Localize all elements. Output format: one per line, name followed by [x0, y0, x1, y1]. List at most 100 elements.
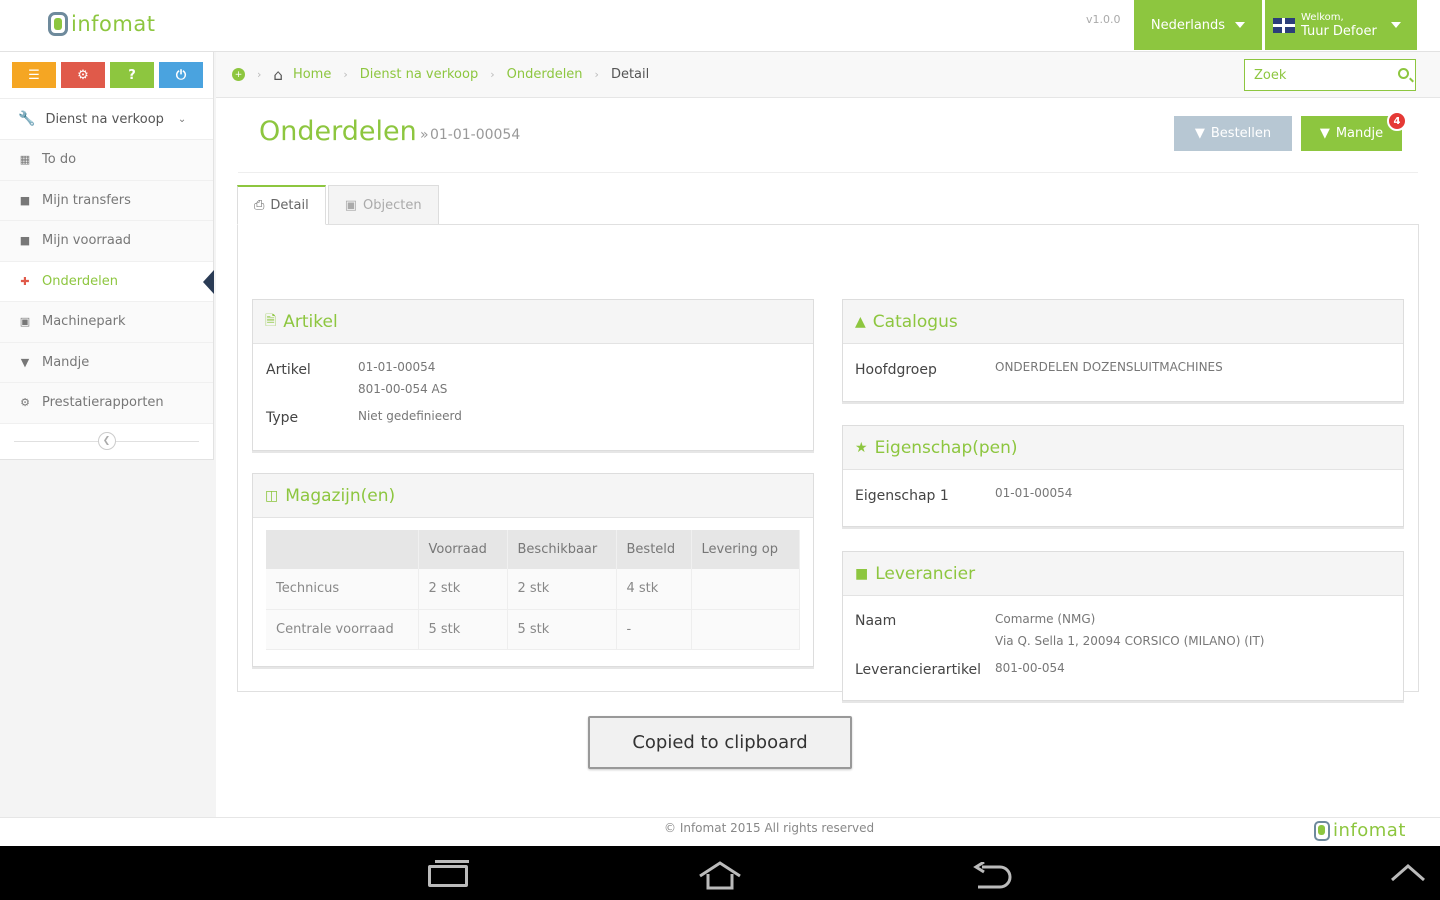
sidebar-item-onderdelen[interactable]: ✚ Onderdelen: [0, 261, 214, 302]
logout-shortcut-button[interactable]: ⏻: [159, 62, 203, 88]
app-version: v1.0.0: [1086, 13, 1121, 26]
sidebar-item-machinepark[interactable]: ▣ Machinepark: [0, 302, 213, 343]
table-cell: [691, 609, 800, 650]
column-header: Beschikbaar: [507, 530, 617, 569]
catalogus-panel: ▲ Catalogus Hoofdgroep ONDERDELEN DOZENS…: [842, 299, 1404, 402]
artikel-heading: Artikel: [283, 311, 338, 332]
chevron-down-icon: ⌄: [177, 113, 187, 125]
eigenschap-value: 01-01-00054: [995, 486, 1073, 500]
sidebar-item-mijn-transfers[interactable]: ■ Mijn transfers: [0, 180, 213, 221]
tab-label: Detail: [270, 198, 309, 213]
logo-text: infomat: [1333, 820, 1406, 841]
breadcrumb-onderdelen[interactable]: Onderdelen: [507, 67, 583, 82]
eigenschappen-panel: ★ Eigenschap(pen) Eigenschap 1 01-01-000…: [842, 425, 1404, 527]
divider: [238, 172, 1418, 173]
briefcase-icon: ■: [19, 234, 31, 248]
breadcrumb-dienst-na-verkoop[interactable]: Dienst na verkoop: [360, 67, 478, 82]
table-cell: 5 stk: [507, 609, 617, 650]
calendar-icon: ▦: [19, 153, 31, 167]
user-menu[interactable]: Welkom, Tuur Defoer: [1265, 0, 1417, 50]
wrench-icon: 🔧: [18, 111, 36, 127]
settings-shortcut-button[interactable]: ⚙: [61, 62, 105, 88]
tab-detail[interactable]: ⎙ Detail: [237, 185, 326, 225]
sidebar-item-mandje[interactable]: ▼ Mandje: [0, 342, 213, 383]
artikel-alt-number: 801-00-054 AS: [358, 382, 448, 396]
breadcrumb-home[interactable]: Home: [293, 67, 331, 82]
clipboard-toast: Copied to clipboard: [588, 716, 852, 769]
logo-icon: [48, 12, 68, 36]
hoofdgroep-value: ONDERDELEN DOZENSLUITMACHINES: [995, 360, 1223, 374]
file-icon: 🗎: [265, 312, 277, 329]
chevron-left-icon: ❮: [102, 435, 111, 446]
chevron-up-icon[interactable]: [1390, 862, 1426, 884]
naam-label: Naam: [855, 613, 897, 629]
type-value: Niet gedefinieerd: [358, 409, 462, 423]
column-header: [266, 530, 419, 569]
sidebar-item-label: Machinepark: [42, 314, 126, 330]
language-dropdown[interactable]: Nederlands: [1134, 0, 1262, 50]
search-input[interactable]: [1254, 67, 1384, 83]
panel-heading: ◫ Magazijn(en): [253, 474, 813, 518]
column-header: Voorraad: [418, 530, 508, 569]
power-icon: ⏻: [175, 67, 187, 83]
sidebar-section-label: Dienst na verkoop: [45, 111, 164, 127]
copyright-text: © Infomat 2015 All rights reserved: [664, 821, 875, 835]
top-header: infomat v1.0.0 Nederlands Welkom, Tuur D…: [0, 0, 1440, 52]
plus-circle-icon[interactable]: +: [232, 68, 245, 81]
print-icon: ⎙: [254, 198, 265, 213]
image-icon: ▣: [344, 197, 357, 213]
table-cell: 2 stk: [507, 569, 617, 610]
sidebar-item-label: To do: [42, 152, 77, 168]
leverancier-panel: ■ Leverancier Naam Comarme (NMG) Via Q. …: [842, 551, 1404, 701]
artikel-value: 01-01-00054 801-00-054 AS: [358, 356, 447, 400]
cart-icon: ▼: [20, 355, 30, 369]
sidebar-item-prestatierapporten[interactable]: ⚙ Prestatierapporten: [0, 383, 213, 424]
search-icon[interactable]: [1398, 68, 1409, 79]
catalogus-heading: Catalogus: [872, 311, 958, 332]
sidebar-item-label: Mandje: [42, 354, 90, 370]
leverancierartikel-label: Leverancierartikel: [855, 662, 982, 678]
sidebar-section-dienst-na-verkoop[interactable]: 🔧 Dienst na verkoop ⌄: [0, 98, 213, 140]
sidebar-item-to-do[interactable]: ▦ To do: [0, 140, 213, 181]
sidebar-collapse-button[interactable]: ❮: [97, 431, 116, 450]
tab-objecten[interactable]: ▣ Objecten: [327, 185, 439, 225]
artikel-panel: 🗎 Artikel Artikel 01-01-00054 801-00-054…: [252, 299, 814, 451]
back-icon[interactable]: [972, 862, 1012, 890]
app-logo[interactable]: infomat: [48, 12, 155, 36]
sidebar-item-mijn-voorraad[interactable]: ■ Mijn voorraad: [0, 221, 213, 262]
help-shortcut-button[interactable]: ?: [110, 62, 154, 88]
article-number: 01-01-00054: [429, 127, 521, 143]
table-cell: 5 stk: [418, 609, 508, 650]
sidebar-item-label: Prestatierapporten: [42, 395, 164, 411]
sidebar-collapse-row: ❮: [0, 424, 213, 458]
leverancierartikel-value: 801-00-054: [995, 661, 1065, 675]
order-button[interactable]: ▼ Bestellen: [1174, 116, 1292, 151]
sitemap-icon: ▲: [855, 313, 866, 330]
cogs-icon: ⚙: [77, 67, 89, 83]
magazijn-panel: ◫ Magazijn(en) Voorraad Beschikbaar Best…: [252, 473, 814, 667]
main-content: + › ⌂ Home › Dienst na verkoop › Onderde…: [216, 52, 1440, 817]
truck-icon: ■: [855, 565, 869, 582]
logo-text: infomat: [71, 12, 156, 36]
table-cell: Technicus: [266, 569, 419, 610]
home-icon[interactable]: [696, 860, 744, 890]
home-icon[interactable]: ⌂: [273, 66, 283, 84]
footer-logo: infomat: [1314, 820, 1406, 841]
machine-icon: ▣: [19, 315, 31, 329]
breadcrumb-separator: ›: [594, 68, 599, 81]
truck-icon: ■: [19, 193, 31, 207]
logo-icon: [1314, 820, 1330, 841]
cart-count-badge: 4: [1387, 111, 1407, 131]
supplier-address: Via Q. Sella 1, 20094 CORSICO (MILANO) (…: [995, 634, 1265, 648]
type-label: Type: [266, 410, 299, 426]
users-shortcut-button[interactable]: ☰: [12, 62, 56, 88]
panel-heading: ★ Eigenschap(pen): [843, 426, 1403, 470]
tab-label: Objecten: [363, 197, 422, 213]
breadcrumb-detail: Detail: [610, 67, 650, 82]
table-cell: Centrale voorraad: [266, 609, 419, 650]
naam-value: Comarme (NMG) Via Q. Sella 1, 20094 CORS…: [995, 608, 1264, 652]
user-name: Tuur Defoer: [1301, 24, 1377, 39]
leverancier-heading: Leverancier: [875, 563, 976, 584]
recent-apps-icon[interactable]: [428, 860, 469, 887]
sidebar-item-label: Onderdelen: [42, 273, 118, 289]
